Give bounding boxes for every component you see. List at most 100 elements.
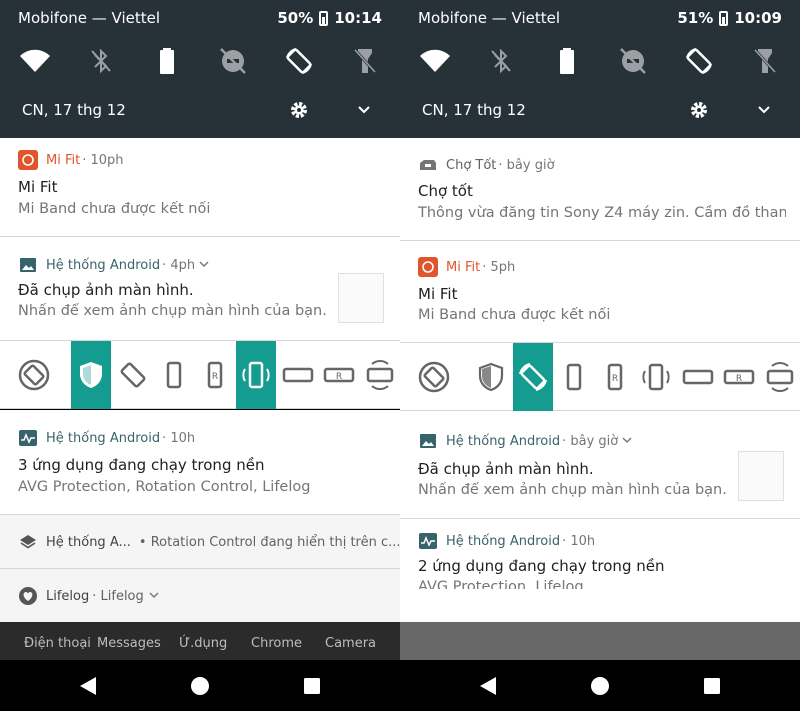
date-label: CN, 17 thg 12	[22, 101, 126, 119]
shield-icon[interactable]	[71, 341, 111, 409]
flashlight-off-icon[interactable]	[348, 44, 382, 78]
shield-icon[interactable]	[471, 343, 511, 411]
notification-running-apps[interactable]: Hệ thống Android · 10h 2 ứng dụng đang c…	[400, 519, 800, 622]
rotate-device-icon[interactable]	[113, 341, 153, 409]
notification-body: AVG Protection, Rotation Control, Lifelo…	[18, 479, 311, 495]
chevron-down-icon[interactable]	[199, 258, 209, 273]
notification-body: AVG Protection, Lifelog	[418, 579, 584, 589]
landscape-icon[interactable]	[678, 343, 718, 411]
settings-gear-icon[interactable]	[689, 100, 709, 120]
notification-time: · 4ph	[162, 257, 196, 273]
notification-app-name: Mi Fit	[446, 259, 481, 275]
bluetooth-icon[interactable]	[484, 44, 518, 78]
lifelog-icon	[18, 586, 38, 606]
notification-time: · 10h	[162, 430, 196, 446]
back-icon[interactable]	[76, 674, 100, 698]
settings-gear-icon[interactable]	[289, 100, 309, 120]
chevron-down-icon[interactable]	[622, 434, 632, 449]
pulse-icon	[418, 531, 438, 551]
notification-title: Đã chụp ảnh màn hình.	[418, 460, 594, 478]
reverse-landscape-icon[interactable]: R	[719, 343, 759, 411]
reverse-portrait-icon[interactable]: R	[595, 343, 635, 411]
svg-text:R: R	[612, 374, 618, 384]
notification-rotation-control[interactable]: Hệ thống A... • Rotation Control đang hi…	[0, 515, 400, 569]
battery-saver-icon[interactable]	[150, 44, 184, 78]
wifi-icon[interactable]	[18, 44, 52, 78]
navigation-bar	[0, 660, 400, 711]
notification-lifelog[interactable]: Lifelog · Lifelog	[0, 569, 400, 622]
quick-settings-shade: Mobifone — Viettel 51% 10:09 CN, 17 thg …	[400, 0, 800, 138]
auto-rotate-mode-icon[interactable]	[14, 341, 54, 409]
notification-time: · 5ph	[482, 259, 516, 275]
notification-title: Mi Fit	[418, 285, 458, 303]
mifit-app-icon	[18, 150, 38, 170]
sensor-landscape-icon[interactable]	[760, 343, 800, 411]
notification-app-name: Hệ thống Android	[446, 533, 561, 549]
recents-icon[interactable]	[700, 674, 724, 698]
battery-percent: 50%	[277, 9, 314, 27]
rotation-mode-strip: R R	[400, 343, 800, 411]
recents-icon[interactable]	[300, 674, 324, 698]
notification-mifit[interactable]: Mi Fit · 5ph Mi Fit Mi Band chưa được kế…	[400, 241, 800, 343]
dock-label-camera[interactable]: Camera	[325, 636, 376, 651]
notification-title: Đã chụp ảnh màn hình.	[18, 281, 194, 299]
notification-body: Mi Band chưa được kết nối	[18, 201, 211, 217]
do-not-disturb-off-icon[interactable]	[616, 44, 650, 78]
notification-body: Nhấn để xem ảnh chụp màn hình của bạn.	[18, 303, 327, 319]
right-screenshot: Mobifone — Viettel 51% 10:09 CN, 17 thg …	[400, 0, 800, 711]
auto-rotate-mode-icon[interactable]	[414, 343, 454, 411]
rotate-device-icon[interactable]	[513, 343, 553, 411]
back-icon[interactable]	[476, 674, 500, 698]
notification-body: Nhấn để xem ảnh chụp màn hình của bạn.	[418, 482, 727, 498]
notification-app-name: Hệ thống A...	[46, 534, 131, 550]
portrait-icon[interactable]	[154, 341, 194, 409]
chevron-down-icon[interactable]	[149, 589, 159, 604]
notification-summary: · Lifelog	[92, 588, 144, 604]
flashlight-off-icon[interactable]	[748, 44, 782, 78]
notification-mifit[interactable]: Mi Fit · 10ph Mi Fit Mi Band chưa được k…	[0, 138, 400, 237]
reverse-landscape-icon[interactable]: R	[319, 341, 359, 409]
expand-chevron-icon[interactable]	[355, 101, 373, 119]
dimmed-background	[400, 622, 800, 660]
notification-title: Chợ tốt	[418, 182, 473, 200]
carrier-label: Mobifone — Viettel	[418, 9, 561, 27]
carrier-label: Mobifone — Viettel	[18, 9, 161, 27]
sensor-portrait-icon[interactable]	[236, 341, 276, 409]
dock-label-chrome[interactable]: Chrome	[251, 636, 302, 651]
dock-label-messages[interactable]: Messages	[97, 636, 161, 651]
dock-label-apps[interactable]: Ứ.dụng	[179, 636, 227, 651]
bluetooth-icon[interactable]	[84, 44, 118, 78]
landscape-icon[interactable]	[278, 341, 318, 409]
rotation-mode-strip: R R	[0, 341, 400, 409]
do-not-disturb-off-icon[interactable]	[216, 44, 250, 78]
auto-rotate-icon[interactable]	[682, 44, 716, 78]
home-icon[interactable]	[188, 674, 212, 698]
screenshot-thumbnail	[338, 273, 384, 323]
notification-screenshot[interactable]: Hệ thống Android · bây giờ Đã chụp ảnh m…	[400, 411, 800, 519]
sensor-landscape-icon[interactable]	[360, 341, 400, 409]
notification-summary: • Rotation Control đang hiển thị trên c.…	[138, 534, 400, 550]
home-icon[interactable]	[588, 674, 612, 698]
notification-screenshot[interactable]: Hệ thống Android · 4ph Đã chụp ảnh màn h…	[0, 237, 400, 341]
pulse-icon	[18, 428, 38, 448]
notification-body: Thông vừa đăng tin Sony Z4 máy zin. Cầm …	[418, 205, 786, 221]
notification-body: Mi Band chưa được kết nối	[418, 307, 611, 323]
sensor-portrait-icon[interactable]	[636, 343, 676, 411]
navigation-bar	[400, 660, 800, 711]
portrait-icon[interactable]	[554, 343, 594, 411]
svg-text:R: R	[336, 372, 342, 382]
notification-title: 3 ứng dụng đang chạy trong nền	[18, 456, 265, 474]
notification-chotot[interactable]: Chợ Tốt · bây giờ Chợ tốt Thông vừa đăng…	[400, 138, 800, 241]
notification-title: 2 ứng dụng đang chạy trong nền	[418, 557, 665, 575]
notification-time: · 10h	[562, 533, 596, 549]
reverse-portrait-icon[interactable]: R	[195, 341, 235, 409]
battery-saver-icon[interactable]	[550, 44, 584, 78]
notification-running-apps[interactable]: Hệ thống Android · 10h 3 ứng dụng đang c…	[0, 410, 400, 515]
expand-chevron-icon[interactable]	[755, 101, 773, 119]
battery-percent: 51%	[677, 9, 714, 27]
notification-app-name: Mi Fit	[46, 152, 81, 168]
dock-label-phone[interactable]: Điện thoại	[24, 636, 91, 651]
auto-rotate-icon[interactable]	[282, 44, 316, 78]
notification-time: · bây giờ	[498, 157, 555, 173]
wifi-icon[interactable]	[418, 44, 452, 78]
